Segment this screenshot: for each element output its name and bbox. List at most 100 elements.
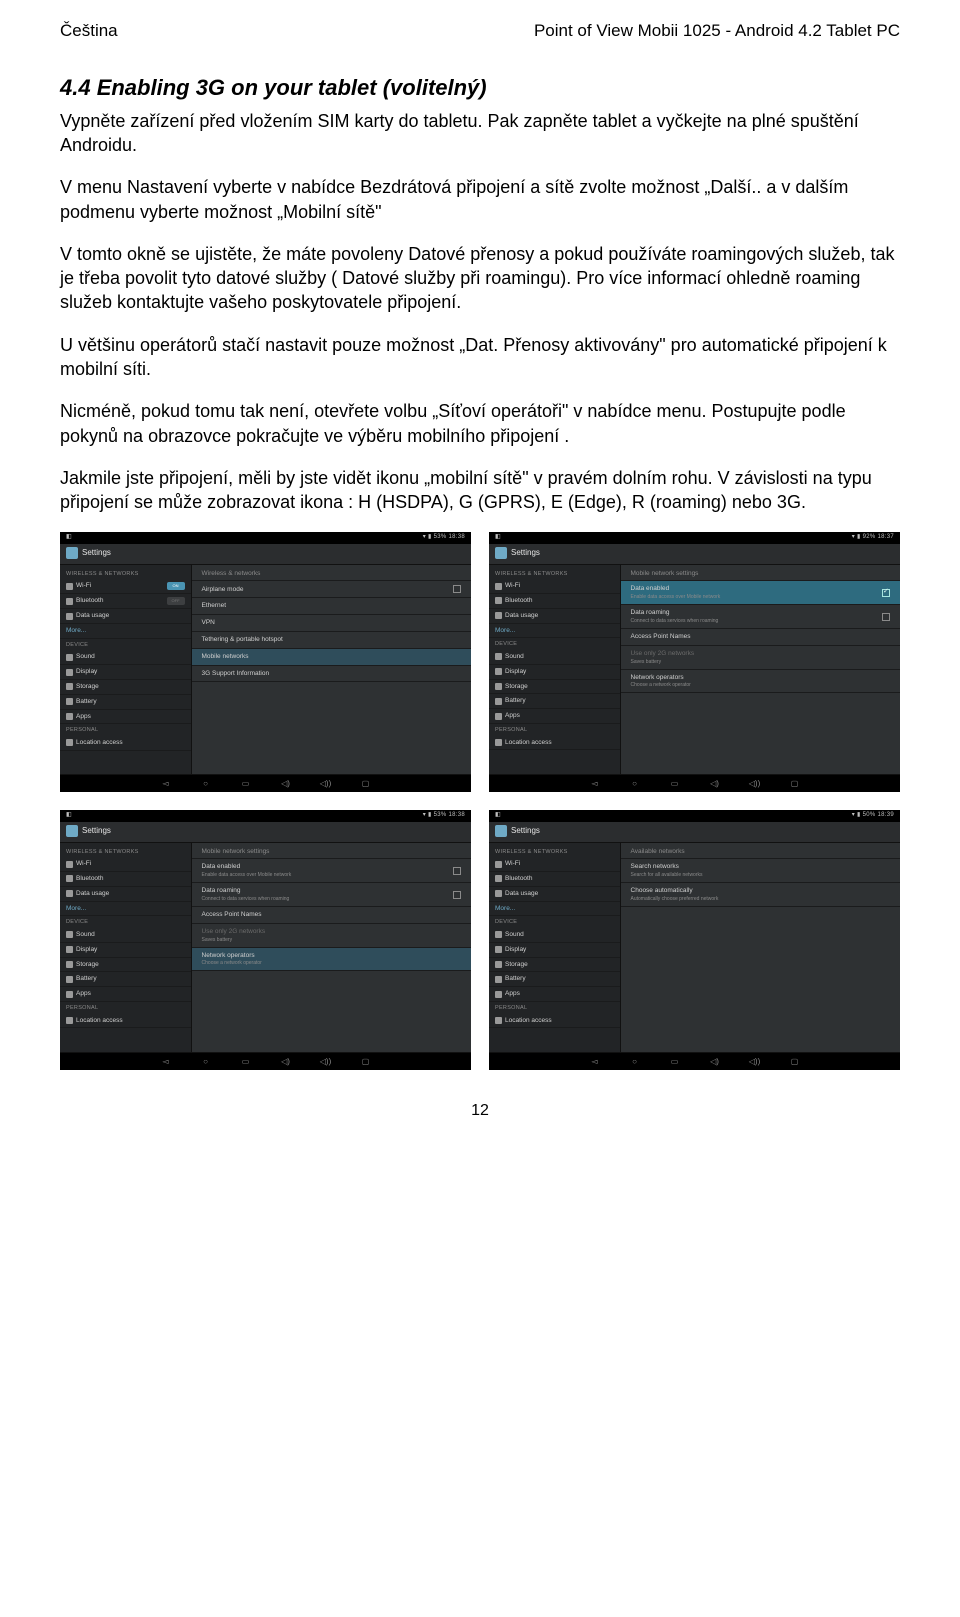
status-right: ▾ ▮ 53% 18:38 [423,812,465,819]
screenshot-1: ◧ ▾ ▮ 53% 18:38 Settings WIRELESS & NETW… [60,532,471,792]
row-search-networks[interactable]: Search networks Search for all available … [621,859,900,883]
home-icon[interactable]: ○ [628,1057,642,1067]
sidebar-item-wifi[interactable]: Wi-Fi [489,579,620,594]
checkbox[interactable] [453,891,461,899]
sidebar-item-apps[interactable]: Apps [489,987,620,1002]
content-area: WIRELESS & NETWORKS Wi-Fi Bluetooth Data… [489,843,900,1052]
bt-switch[interactable]: OFF [167,597,185,605]
sidebar-item-storage[interactable]: Storage [489,680,620,695]
sidebar-item-more[interactable]: More... [489,624,620,639]
app-title: Settings [511,826,540,836]
navigation-bar: ◅ ○ ▭ ◁) ◁)) ▢ [60,774,471,793]
volume-up-icon[interactable]: ◁)) [748,1057,762,1067]
row-label: Search networks [631,863,679,870]
recents-icon[interactable]: ▭ [239,779,253,789]
settings-pane: Mobile network settings Data enabledEnab… [192,843,471,1052]
home-icon[interactable]: ○ [628,779,642,789]
row-choose-automatically[interactable]: Choose automaticallyAutomatically choose… [621,883,900,907]
sidebar-item-battery[interactable]: Battery [60,695,191,710]
back-icon[interactable]: ◅ [588,1057,602,1067]
sidebar-item-data-usage[interactable]: Data usage [60,609,191,624]
row-sublabel: Saves battery [202,937,266,943]
volume-down-icon[interactable]: ◁) [279,1057,293,1067]
sidebar-item-battery[interactable]: Battery [489,972,620,987]
screenshot-icon[interactable]: ▢ [788,1057,802,1067]
storage-icon [495,683,502,690]
sidebar-item-bluetooth[interactable]: Bluetooth [60,872,191,887]
recents-icon[interactable]: ▭ [668,779,682,789]
row-3g-support[interactable]: 3G Support Information [192,666,471,683]
sidebar-item-more[interactable]: More... [60,902,191,917]
row-apn[interactable]: Access Point Names [192,907,471,924]
sidebar-item-more[interactable]: More... [489,902,620,917]
sidebar-item-location[interactable]: Location access [489,1014,620,1029]
checkbox-checked[interactable] [882,589,890,597]
sidebar-item-location[interactable]: Location access [489,736,620,751]
sidebar-item-location[interactable]: Location access [60,736,191,751]
sidebar-item-bluetooth[interactable]: Bluetooth [489,872,620,887]
home-icon[interactable]: ○ [199,779,213,789]
checkbox[interactable] [453,867,461,875]
sidebar-item-display[interactable]: Display [60,943,191,958]
volume-up-icon[interactable]: ◁)) [319,779,333,789]
back-icon[interactable]: ◅ [159,779,173,789]
row-sublabel: Search for all available networks [631,872,703,878]
wifi-switch[interactable]: ON [167,582,185,590]
volume-up-icon[interactable]: ◁)) [319,1057,333,1067]
row-vpn[interactable]: VPN [192,615,471,632]
row-data-roaming[interactable]: Data roamingConnect to data services whe… [192,883,471,907]
sidebar-item-wifi[interactable]: Wi-Fi [60,857,191,872]
sidebar-item-apps[interactable]: Apps [60,710,191,725]
volume-up-icon[interactable]: ◁)) [748,779,762,789]
recents-icon[interactable]: ▭ [668,1057,682,1067]
row-airplane-mode[interactable]: Airplane mode [192,581,471,598]
row-data-enabled[interactable]: Data enabledEnable data access over Mobi… [621,581,900,605]
row-mobile-networks[interactable]: Mobile networks [192,649,471,666]
checkbox[interactable] [453,585,461,593]
row-data-roaming[interactable]: Data roamingConnect to data services whe… [621,605,900,629]
recents-icon[interactable]: ▭ [239,1057,253,1067]
row-data-enabled[interactable]: Data enabledEnable data access over Mobi… [192,859,471,883]
volume-down-icon[interactable]: ◁) [708,779,722,789]
sidebar-item-location[interactable]: Location access [60,1014,191,1029]
volume-down-icon[interactable]: ◁) [708,1057,722,1067]
sidebar-item-bluetooth[interactable]: Bluetooth [489,594,620,609]
sidebar-item-battery[interactable]: Battery [60,972,191,987]
screenshot-icon[interactable]: ▢ [359,1057,373,1067]
sidebar-item-apps[interactable]: Apps [60,987,191,1002]
sidebar-item-storage[interactable]: Storage [489,958,620,973]
sidebar-item-storage[interactable]: Storage [60,680,191,695]
sidebar-item-storage[interactable]: Storage [60,958,191,973]
sidebar-item-sound[interactable]: Sound [489,650,620,665]
section-device: DEVICE [60,916,191,928]
sidebar-item-apps[interactable]: Apps [489,709,620,724]
sidebar-item-battery[interactable]: Battery [489,694,620,709]
sidebar-item-display[interactable]: Display [60,665,191,680]
back-icon[interactable]: ◅ [588,779,602,789]
back-icon[interactable]: ◅ [159,1057,173,1067]
sidebar-item-data-usage[interactable]: Data usage [489,609,620,624]
sidebar-item-display[interactable]: Display [489,665,620,680]
sidebar-item-wifi[interactable]: Wi-Fi ON [60,579,191,594]
sidebar-item-sound[interactable]: Sound [489,928,620,943]
screenshot-icon[interactable]: ▢ [788,779,802,789]
checkbox[interactable] [882,613,890,621]
wifi-icon [495,583,502,590]
sidebar-item-wifi[interactable]: Wi-Fi [489,857,620,872]
sidebar-item-data-usage[interactable]: Data usage [489,887,620,902]
more-label: More... [495,905,515,913]
row-network-operators[interactable]: Network operatorsChoose a network operat… [192,948,471,972]
sidebar-item-sound[interactable]: Sound [60,650,191,665]
sidebar-item-more[interactable]: More... [60,624,191,639]
sidebar-item-sound[interactable]: Sound [60,928,191,943]
volume-down-icon[interactable]: ◁) [279,779,293,789]
sidebar-item-display[interactable]: Display [489,943,620,958]
row-ethernet[interactable]: Ethernet [192,598,471,615]
row-apn[interactable]: Access Point Names [621,629,900,646]
sidebar-item-data-usage[interactable]: Data usage [60,887,191,902]
sidebar-item-bluetooth[interactable]: Bluetooth OFF [60,594,191,609]
screenshot-icon[interactable]: ▢ [359,779,373,789]
row-tethering[interactable]: Tethering & portable hotspot [192,632,471,649]
row-network-operators[interactable]: Network operatorsChoose a network operat… [621,670,900,694]
home-icon[interactable]: ○ [199,1057,213,1067]
